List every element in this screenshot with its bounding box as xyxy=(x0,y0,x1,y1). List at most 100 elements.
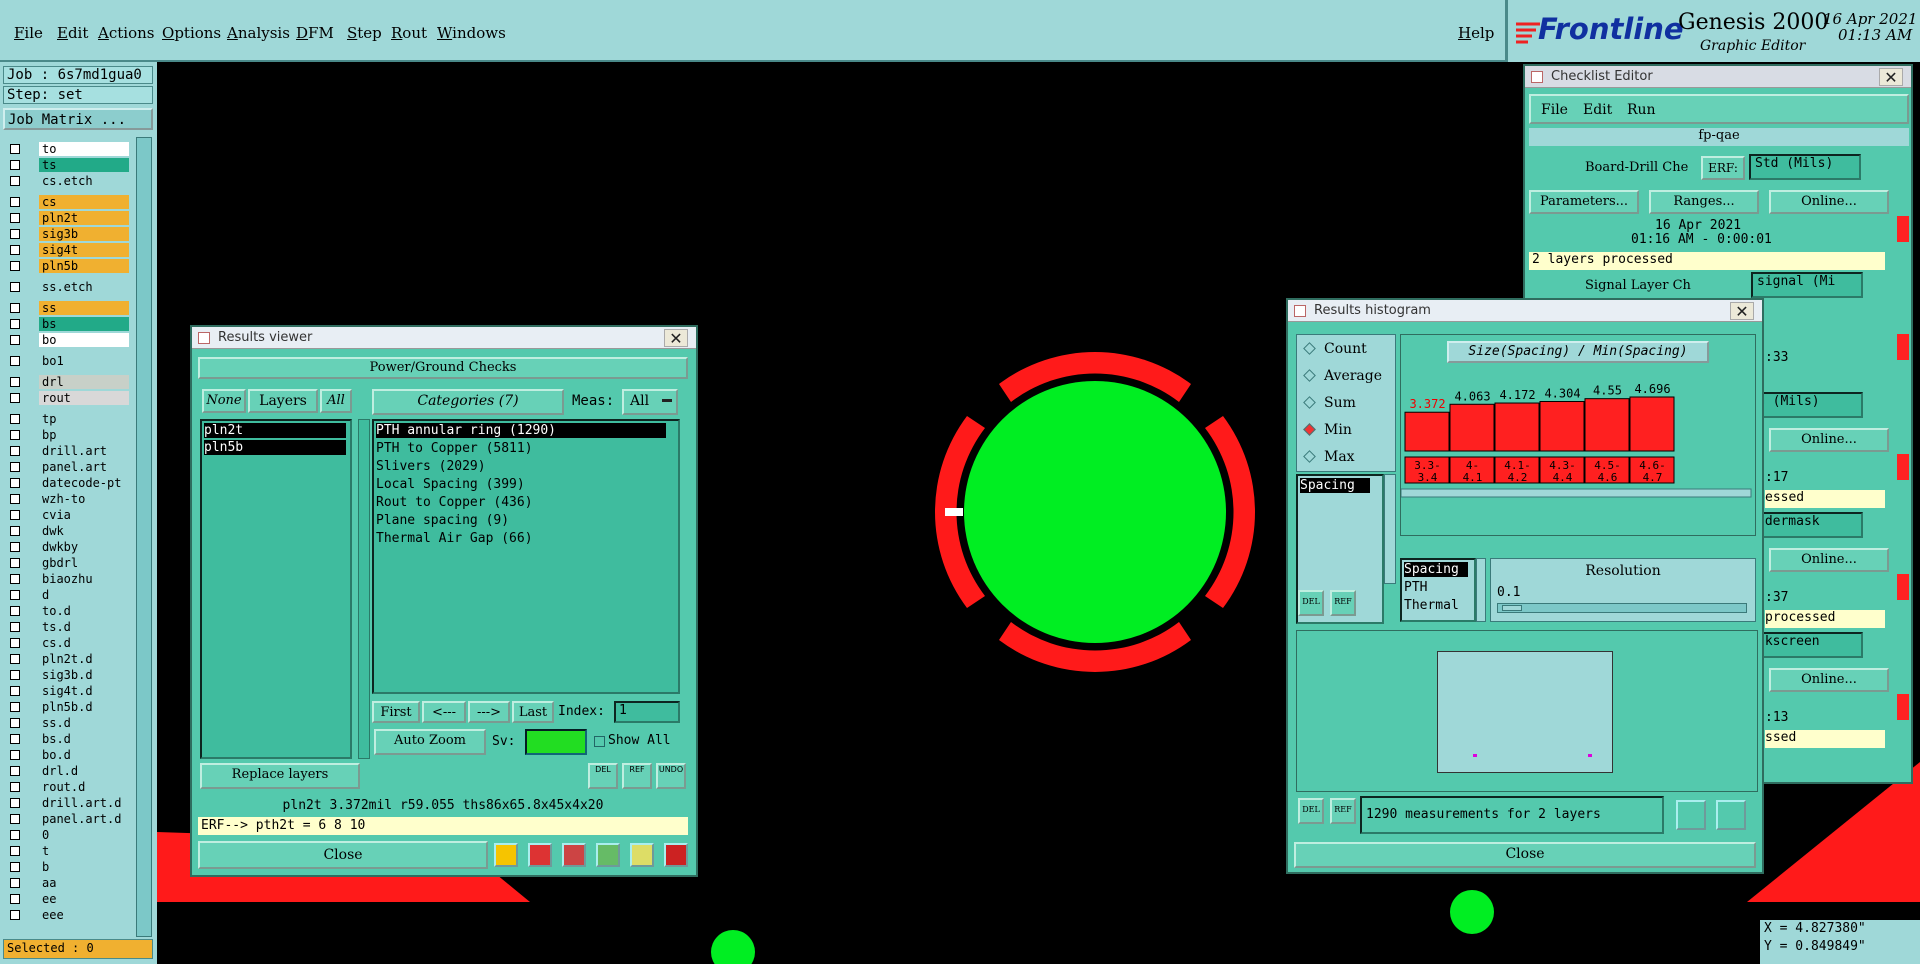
layer-row[interactable]: sig3b.d xyxy=(7,668,129,682)
layer-name[interactable]: cs.d xyxy=(39,636,129,650)
layer-checkbox[interactable] xyxy=(10,229,20,239)
layer-name[interactable]: d xyxy=(39,588,129,602)
layer-list-box[interactable]: pln2t pln5b xyxy=(200,419,352,759)
layer-row[interactable]: bo.d xyxy=(7,748,129,762)
layer-name[interactable]: sig4t.d xyxy=(39,684,129,698)
layer-name[interactable]: ts.d xyxy=(39,620,129,634)
layer-row[interactable]: panel.art.d xyxy=(7,812,129,826)
menu-rout[interactable]: Rout xyxy=(391,24,427,42)
online-button[interactable]: Online... xyxy=(1769,428,1889,452)
layer-checkbox[interactable] xyxy=(10,261,20,271)
layer-checkbox[interactable] xyxy=(10,542,20,552)
layer-checkbox[interactable] xyxy=(10,319,20,329)
layer-row[interactable]: pln5b.d xyxy=(7,700,129,714)
mode-radio-sum[interactable]: Sum xyxy=(1303,395,1356,411)
ranges-button[interactable]: Ranges... xyxy=(1649,190,1759,214)
layer-row[interactable]: dwkby xyxy=(7,540,129,554)
layer-row[interactable]: biaozhu xyxy=(7,572,129,586)
attribute-list[interactable]: Spacing PTH Thermal xyxy=(1400,558,1476,622)
prev-button[interactable]: <--- xyxy=(422,701,466,723)
report-icon[interactable] xyxy=(596,843,620,867)
layer-name[interactable]: bo1 xyxy=(39,354,129,368)
layer-name[interactable]: panel.art xyxy=(39,460,129,474)
layer-name[interactable]: drill.art xyxy=(39,444,129,458)
list-icon[interactable] xyxy=(630,843,654,867)
last-button[interactable]: Last xyxy=(512,701,554,723)
del-button[interactable]: DEL xyxy=(588,763,618,789)
layer-checkbox[interactable] xyxy=(10,878,20,888)
layer-checkbox[interactable] xyxy=(10,510,20,520)
resolution-slider[interactable] xyxy=(1497,603,1747,613)
layer-name[interactable]: rout xyxy=(39,391,129,405)
none-button[interactable]: None xyxy=(202,389,246,413)
layer-row[interactable]: gbdrl xyxy=(7,556,129,570)
layer-row[interactable]: pln5b xyxy=(7,259,129,273)
layer-name[interactable]: drl xyxy=(39,375,129,389)
next-button[interactable]: ---> xyxy=(468,701,510,723)
layer-checkbox[interactable] xyxy=(10,430,20,440)
menu-options[interactable]: Options xyxy=(162,24,221,42)
layer-checkbox[interactable] xyxy=(10,478,20,488)
layer-row[interactable]: bs xyxy=(7,317,129,331)
layer-name[interactable]: biaozhu xyxy=(39,572,129,586)
layer-checkbox[interactable] xyxy=(10,910,20,920)
layer-row[interactable]: to.d xyxy=(7,604,129,618)
layer-row[interactable]: tp xyxy=(7,412,129,426)
mode-radio-max[interactable]: Max xyxy=(1303,449,1355,465)
close-button[interactable]: Close xyxy=(1294,842,1756,868)
layer-checkbox[interactable] xyxy=(10,356,20,366)
ref-button[interactable]: REF xyxy=(1330,590,1356,616)
menu-actions[interactable]: Actions xyxy=(98,24,154,42)
layer-checkbox[interactable] xyxy=(10,197,20,207)
layer-checkbox[interactable] xyxy=(10,446,20,456)
check-title[interactable]: Board-Drill Che xyxy=(1585,160,1688,175)
layer-row[interactable]: sig3b xyxy=(7,227,129,241)
layer-checkbox[interactable] xyxy=(10,798,20,808)
layer-name[interactable]: pln5b xyxy=(39,259,129,273)
layer-name[interactable]: sig3b.d xyxy=(39,668,129,682)
layer-checkbox[interactable] xyxy=(10,862,20,872)
layer-checkbox[interactable] xyxy=(10,766,20,776)
layer-row[interactable]: bs.d xyxy=(7,732,129,746)
layer-row[interactable]: bo xyxy=(7,333,129,347)
layer-name[interactable]: rout.d xyxy=(39,780,129,794)
layer-name[interactable]: datecode-pt xyxy=(39,476,129,490)
layer-name[interactable]: dwkby xyxy=(39,540,129,554)
settings-icon[interactable] xyxy=(1716,800,1746,830)
layer-row[interactable]: drill.art.d xyxy=(7,796,129,810)
layer-checkbox[interactable] xyxy=(10,414,20,424)
erf-value[interactable]: ldermask xyxy=(1751,512,1863,538)
layer-row[interactable]: eee xyxy=(7,908,129,922)
layer-checkbox[interactable] xyxy=(10,750,20,760)
layer-row[interactable]: cvia xyxy=(7,508,129,522)
layer-checkbox[interactable] xyxy=(10,814,20,824)
layer-name[interactable]: cs.etch xyxy=(39,174,129,188)
erf-value[interactable]: lkscreen xyxy=(1751,632,1863,658)
first-button[interactable]: First xyxy=(372,701,420,723)
checklist-menu-run[interactable]: Run xyxy=(1627,102,1656,118)
layer-name[interactable]: ss.d xyxy=(39,716,129,730)
layer-name[interactable]: dwk xyxy=(39,524,129,538)
checklist-menu-file[interactable]: File xyxy=(1541,102,1568,118)
layer-checkbox[interactable] xyxy=(10,494,20,504)
layer-name[interactable]: bs.d xyxy=(39,732,129,746)
layer-name[interactable]: to xyxy=(39,142,129,156)
layer-row[interactable]: 0 xyxy=(7,828,129,842)
attribute-item[interactable]: PTH xyxy=(1404,580,1427,595)
del-button[interactable]: DEL xyxy=(1298,590,1324,616)
layers-button[interactable]: Layers xyxy=(248,389,318,413)
layer-row[interactable]: drill.art xyxy=(7,444,129,458)
checklist-menu-edit[interactable]: Edit xyxy=(1583,102,1612,118)
histogram-bar[interactable] xyxy=(1539,401,1585,452)
layer-list-scrollbar[interactable] xyxy=(358,419,370,759)
meas-item[interactable]: Spacing xyxy=(1300,478,1370,493)
layer-row[interactable]: ss xyxy=(7,301,129,315)
layer-row[interactable]: bp xyxy=(7,428,129,442)
mode-radio-count[interactable]: Count xyxy=(1303,341,1367,357)
meas-dropdown[interactable]: All xyxy=(622,389,678,415)
erf-value[interactable]: signal (Mi xyxy=(1751,272,1863,298)
meas-scrollbar[interactable] xyxy=(1384,474,1396,584)
histogram-bar[interactable] xyxy=(1584,398,1630,452)
layer-row[interactable]: datecode-pt xyxy=(7,476,129,490)
layer-row[interactable]: dwk xyxy=(7,524,129,538)
